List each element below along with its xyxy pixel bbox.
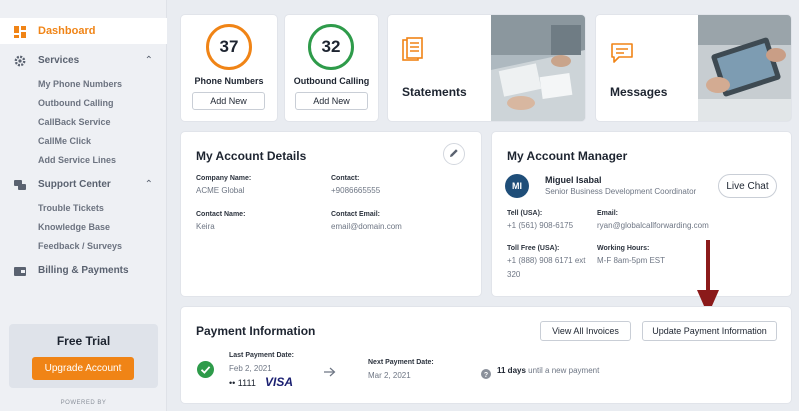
- powered-by-label: POWERED BY: [60, 400, 107, 406]
- tablet-photo: [698, 15, 791, 121]
- working-hours-value: M-F 8am-5pm EST: [597, 256, 666, 265]
- contact-name-value: Keira: [196, 222, 215, 231]
- account-details-card: My Account Details Company Name: ACME Gl…: [181, 132, 481, 296]
- outbound-calling-card: 32 Outbound Calling Add New: [285, 15, 378, 121]
- add-phone-number-button[interactable]: Add New: [192, 92, 265, 110]
- arrow-right-icon: [324, 364, 336, 382]
- account-manager-card: My Account Manager MI Miguel Isabal Seni…: [492, 132, 791, 296]
- sidebar-item-dashboard[interactable]: Dashboard: [0, 18, 167, 44]
- statements-tile[interactable]: Statements: [388, 15, 585, 121]
- payment-information-card: Payment Information View All Invoices Up…: [181, 307, 791, 403]
- chevron-up-icon: ⌃: [144, 178, 153, 190]
- days-until-payment: 11 days until a new payment: [497, 366, 599, 375]
- view-all-invoices-button[interactable]: View All Invoices: [540, 321, 631, 341]
- toll-free-label: Toll Free (USA):: [507, 245, 560, 252]
- avatar: MI: [505, 174, 529, 198]
- days-count: 11 days: [497, 366, 526, 375]
- working-hours-label: Working Hours:: [597, 245, 650, 252]
- sidebar-item-knowledge-base[interactable]: Knowledge Base: [38, 222, 110, 232]
- sidebar: Dashboard Services ⌃ My Phone Numbers Ou…: [0, 0, 167, 411]
- payment-information-title: Payment Information: [196, 324, 316, 338]
- document-icon: [402, 37, 424, 68]
- live-chat-button[interactable]: Live Chat: [718, 174, 777, 198]
- message-icon: [610, 42, 634, 69]
- gear-icon: [14, 54, 26, 67]
- sidebar-section-support[interactable]: Support Center ⌃: [0, 174, 167, 194]
- sidebar-section-label: Billing & Payments: [38, 264, 129, 276]
- sidebar-item-trouble-tickets[interactable]: Trouble Tickets: [38, 203, 104, 213]
- manager-role: Senior Business Development Coordinator: [545, 187, 697, 196]
- last-payment-date: Feb 2, 2021: [229, 364, 272, 373]
- messages-tile[interactable]: Messages: [596, 15, 791, 121]
- free-trial-panel: Free Trial Upgrade Account: [9, 324, 158, 388]
- visa-logo: VISA: [265, 375, 294, 389]
- chat-bubbles-icon: [14, 178, 26, 190]
- sidebar-section-label: Services: [38, 54, 80, 66]
- dashboard-icon: [14, 25, 26, 38]
- upgrade-account-button[interactable]: Upgrade Account: [32, 357, 134, 380]
- company-name-value: ACME Global: [196, 186, 245, 195]
- contact-email-label: Contact Email:: [331, 211, 381, 218]
- sidebar-item-callback-service[interactable]: CallBack Service: [38, 117, 111, 127]
- sidebar-item-add-service-lines[interactable]: Add Service Lines: [38, 155, 116, 165]
- sidebar-section-services[interactable]: Services ⌃: [0, 50, 167, 70]
- contact-value: +9086665555: [331, 186, 381, 195]
- account-manager-title: My Account Manager: [507, 149, 628, 163]
- phone-numbers-label: Phone Numbers: [194, 76, 264, 86]
- sidebar-item-outbound-calling[interactable]: Outbound Calling: [38, 98, 114, 108]
- pencil-icon: [449, 145, 459, 163]
- sidebar-item-label: Dashboard: [38, 25, 96, 37]
- update-payment-information-button[interactable]: Update Payment Information: [642, 321, 777, 341]
- email-value: ryan@globalcallforwarding.com: [597, 221, 709, 230]
- next-payment-date: Mar 2, 2021: [368, 371, 411, 380]
- tell-label: Tell (USA):: [507, 210, 543, 217]
- sidebar-item-callme-click[interactable]: CallMe Click: [38, 136, 91, 146]
- toll-free-value-line1: +1 (888) 908 6171 ext: [507, 256, 586, 265]
- outbound-calling-label: Outbound Calling: [293, 76, 370, 86]
- sidebar-section-billing[interactable]: Billing & Payments: [0, 260, 167, 280]
- contact-email-value: email@domain.com: [331, 222, 402, 231]
- toll-free-value-line2: 320: [507, 270, 521, 279]
- phone-numbers-count: 37: [206, 24, 252, 70]
- contact-name-label: Contact Name:: [196, 211, 246, 218]
- messages-title: Messages: [610, 85, 668, 99]
- next-payment-label: Next Payment Date:: [368, 359, 434, 366]
- chevron-up-icon: ⌃: [144, 54, 153, 66]
- check-circle-icon: [197, 361, 214, 383]
- contact-label: Contact:: [331, 175, 360, 182]
- help-icon: ?: [481, 366, 491, 384]
- manager-name: Miguel Isabal: [545, 175, 602, 185]
- office-desk-photo: [491, 15, 585, 121]
- statements-title: Statements: [402, 85, 467, 99]
- email-label: Email:: [597, 210, 619, 217]
- company-name-label: Company Name:: [196, 175, 252, 182]
- sidebar-item-my-phone-numbers[interactable]: My Phone Numbers: [38, 79, 122, 89]
- edit-account-button[interactable]: [443, 143, 465, 165]
- free-trial-title: Free Trial: [56, 334, 111, 348]
- add-outbound-button[interactable]: Add New: [295, 92, 368, 110]
- wallet-icon: [14, 264, 26, 276]
- sidebar-item-feedback-surveys[interactable]: Feedback / Surveys: [38, 241, 122, 251]
- sidebar-section-label: Support Center: [38, 178, 111, 190]
- days-rest-text: until a new payment: [528, 366, 600, 375]
- tell-value: +1 (561) 908-6175: [507, 221, 574, 230]
- card-last-digits: •• 1111: [229, 378, 256, 388]
- outbound-calling-count: 32: [308, 24, 354, 70]
- svg-text:?: ?: [484, 372, 488, 379]
- last-payment-label: Last Payment Date:: [229, 352, 294, 359]
- phone-numbers-card: 37 Phone Numbers Add New: [181, 15, 277, 121]
- account-details-title: My Account Details: [196, 149, 307, 163]
